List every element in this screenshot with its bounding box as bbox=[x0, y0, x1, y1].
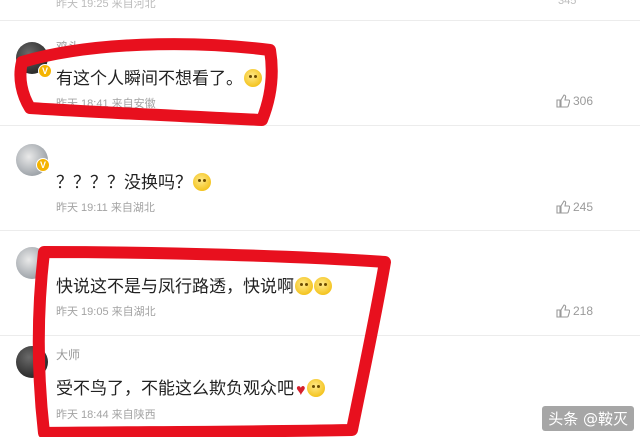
comment-meta: 昨天 19:05 来自湖北 bbox=[56, 306, 156, 318]
broken-heart-emoji: ♥ bbox=[296, 382, 306, 399]
watermark: 头条 @鞍灭 bbox=[542, 406, 634, 431]
comment-username[interactable]: 鸡头 bbox=[56, 38, 80, 55]
thumbs-up-icon bbox=[556, 304, 570, 318]
comment-meta: 昨天 18:41 来自安徽 bbox=[56, 98, 156, 110]
like-count: 218 bbox=[573, 304, 594, 318]
comment-item: V 鸡头 有这个人瞬间不想看了。 昨天 18:41 来自安徽 306 bbox=[0, 20, 640, 128]
previous-comment-remnant: 昨天 19:25 来自河北 345 bbox=[0, 0, 640, 12]
comment-item: 快说这不是与凤行路透，快说啊 昨天 19:05 来自湖北 218 bbox=[0, 231, 640, 335]
comment-item: V ？？？？没换吗？ 昨天 19:11 来自湖北 245 bbox=[0, 126, 640, 230]
verified-badge-icon: V bbox=[38, 64, 52, 78]
comment-feed: 昨天 19:25 来自河北 345 V 鸡头 有这个人瞬间不想看了。 昨天 18… bbox=[0, 0, 640, 437]
smile-emoji bbox=[193, 173, 211, 191]
like-count: 306 bbox=[573, 94, 594, 108]
thumbs-up-icon bbox=[556, 200, 570, 214]
like-count[interactable]: 345 bbox=[558, 0, 576, 7]
like-button[interactable]: 306 bbox=[556, 94, 593, 108]
smile-emoji bbox=[306, 379, 325, 397]
comment-text: ？？？？没换吗？ bbox=[56, 168, 211, 193]
cry-emoji bbox=[295, 277, 313, 295]
comment-meta: 昨天 19:11 来自湖北 bbox=[56, 202, 155, 214]
like-count: 245 bbox=[573, 200, 594, 214]
thumbs-up-icon bbox=[556, 94, 570, 108]
avatar[interactable] bbox=[16, 247, 48, 279]
comment-text: 有这个人瞬间不想看了。 bbox=[56, 64, 262, 89]
avatar[interactable] bbox=[16, 346, 48, 378]
laugh-cry-emoji bbox=[244, 69, 262, 87]
comment-meta: 昨天 18:44 来自陕西 bbox=[56, 409, 156, 421]
cry-emoji bbox=[314, 277, 332, 295]
verified-badge-icon: V bbox=[36, 158, 50, 172]
comment-meta: 昨天 19:25 来自河北 bbox=[56, 0, 156, 10]
comment-username[interactable]: 大师 bbox=[56, 346, 80, 363]
comment-text: 受不鸟了，不能这么欺负观众吧 ♥ bbox=[56, 374, 325, 400]
like-button[interactable]: 218 bbox=[556, 304, 593, 318]
like-button[interactable]: 245 bbox=[556, 200, 593, 214]
comment-text: 快说这不是与凤行路透，快说啊 bbox=[56, 272, 332, 297]
